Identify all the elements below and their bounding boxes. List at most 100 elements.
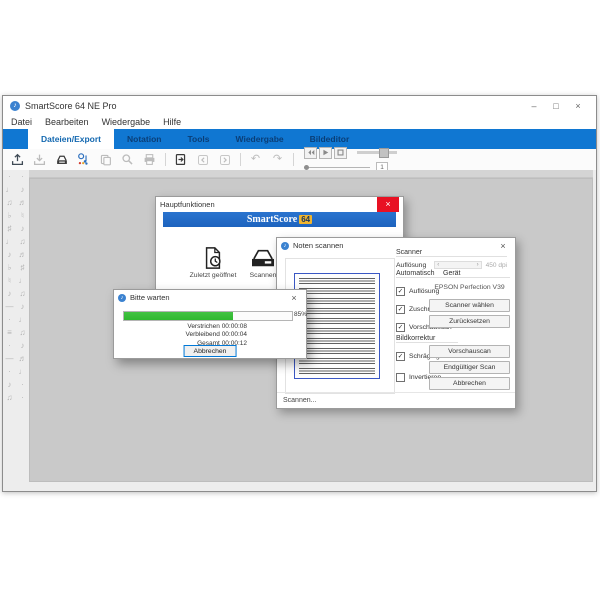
tab-tools[interactable]: Tools: [174, 129, 222, 149]
scan-action-buttons: Vorschauscan Endgültiger Scan Abbrechen: [429, 342, 510, 390]
palette-symbol[interactable]: —: [3, 301, 16, 312]
palette-symbol[interactable]: ♫: [16, 327, 29, 338]
palette-symbol[interactable]: ♯: [3, 223, 16, 234]
position-slider[interactable]: [304, 164, 370, 170]
export-page-icon[interactable]: [172, 151, 189, 168]
palette-symbol[interactable]: ≡: [3, 327, 16, 338]
schraeglage-checkbox[interactable]: [396, 352, 405, 361]
palette-symbol[interactable]: ♮: [16, 210, 29, 221]
menu-bearbeiten[interactable]: Bearbeiten: [45, 117, 89, 127]
progress-fill: [124, 312, 234, 320]
palette-symbol[interactable]: ♩: [3, 184, 16, 195]
palette-symbol[interactable]: ♪: [3, 288, 16, 299]
palette-symbol[interactable]: ·: [3, 340, 16, 351]
palette-symbol[interactable]: ♫: [3, 392, 16, 403]
palette-symbol[interactable]: ♪: [16, 340, 29, 351]
hauptfunktionen-title: Hauptfunktionen: [160, 200, 215, 209]
volume-slider[interactable]: [357, 148, 397, 158]
menu-hilfe[interactable]: Hilfe: [163, 117, 181, 127]
palette-symbol[interactable]: ♭: [3, 262, 16, 273]
palette-symbol[interactable]: ♬: [16, 197, 29, 208]
scanner-waehlen-button[interactable]: Scanner wählen: [429, 299, 510, 312]
palette-symbol[interactable]: ·: [16, 379, 29, 390]
palette-symbol[interactable]: ♪: [16, 301, 29, 312]
resolution-label: Auflösung: [396, 261, 427, 269]
minimize-button[interactable]: –: [523, 101, 545, 111]
symbol-palette: · · ♩ ♪ ♫ ♬ ♭ ♮ ♯ ♪ ♩ ♫ ♪ ♬ ♭ ♯ ♮ ♩ ♪ ♫ — ♪ · ♩ ≡ ♫ · ♪ — ♬ · ♩ ♪ · ♫ ·: [3, 171, 29, 491]
palette-symbol[interactable]: ♪: [3, 249, 16, 260]
palette-symbol[interactable]: ♩: [16, 275, 29, 286]
palette-symbol[interactable]: ·: [3, 171, 16, 182]
redo-icon: ↷: [272, 153, 283, 165]
slider-left-arrow-icon[interactable]: ‹: [437, 262, 439, 268]
endgueltiger-scan-button[interactable]: Endgültiger Scan: [429, 361, 510, 374]
tab-dateien-export[interactable]: Dateien/Export: [28, 129, 114, 149]
position-slider-thumb[interactable]: [304, 164, 309, 170]
scan-dialog-title: Noten scannen: [293, 241, 344, 250]
recent-files-action[interactable]: Zuletzt geöffnet: [188, 247, 238, 279]
scan-abbrechen-button[interactable]: Abbrechen: [429, 377, 510, 390]
recognition-icon[interactable]: [75, 151, 92, 168]
stave-lines: [299, 288, 375, 294]
aufloesung-checkbox[interactable]: [396, 287, 405, 296]
zuschneiden-checkbox[interactable]: [396, 305, 405, 314]
stave-lines: [299, 328, 375, 334]
scannen-label: Scannen: [249, 272, 277, 279]
palette-symbol[interactable]: ♪: [16, 223, 29, 234]
scan-icon[interactable]: [53, 151, 70, 168]
tab-wiedergabe[interactable]: Wiedergabe: [223, 129, 297, 149]
print-icon: [141, 151, 158, 168]
palette-symbol[interactable]: ♬: [16, 353, 29, 364]
palette-symbol[interactable]: ♪: [16, 184, 29, 195]
title-bar: ♪ SmartScore 64 NE Pro – □ ×: [3, 96, 596, 115]
palette-symbol[interactable]: ·: [3, 366, 16, 377]
volume-slider-thumb[interactable]: [379, 148, 389, 158]
resolution-slider[interactable]: ‹ ›: [434, 261, 482, 269]
palette-symbol[interactable]: ♪: [3, 379, 16, 390]
vorschauscan-checkbox[interactable]: [396, 323, 405, 332]
palette-symbol[interactable]: ·: [16, 171, 29, 182]
palette-symbol[interactable]: ♮: [3, 275, 16, 286]
horizontal-scrollbar[interactable]: [29, 170, 593, 178]
palette-symbol[interactable]: ♫: [3, 197, 16, 208]
toolbar-separator: [240, 153, 241, 166]
palette-symbol[interactable]: ♭: [3, 210, 16, 221]
menu-datei[interactable]: Datei: [11, 117, 32, 127]
palette-symbol[interactable]: ♫: [16, 236, 29, 247]
palette-symbol[interactable]: ·: [3, 314, 16, 325]
geraet-group-label: Gerät: [429, 270, 510, 278]
stave-lines: [299, 278, 375, 284]
hauptfunktionen-title-bar: Hauptfunktionen ×: [156, 197, 403, 212]
palette-symbol[interactable]: ♩: [16, 314, 29, 325]
open-file-icon[interactable]: [9, 151, 26, 168]
palette-symbol[interactable]: ♫: [16, 288, 29, 299]
tab-notation[interactable]: Notation: [114, 129, 174, 149]
wait-close-icon[interactable]: ×: [286, 293, 302, 303]
menu-wiedergabe[interactable]: Wiedergabe: [102, 117, 151, 127]
window-title: SmartScore 64 NE Pro: [25, 100, 117, 111]
zuruecksetzen-button[interactable]: Zurücksetzen: [429, 315, 510, 328]
stop-button[interactable]: [334, 146, 347, 159]
palette-symbol[interactable]: ·: [16, 392, 29, 403]
bitte-warten-dialog: ♪ Bitte warten × 85% Verstrichen 00:00:0…: [113, 289, 307, 359]
play-button[interactable]: [319, 146, 332, 159]
slider-right-arrow-icon[interactable]: ›: [477, 262, 479, 268]
remaining-row: Verbleibend 00:00:04: [122, 331, 247, 339]
palette-symbol[interactable]: ♬: [16, 249, 29, 260]
wait-abbrechen-button[interactable]: Abbrechen: [183, 345, 237, 357]
palette-symbol[interactable]: —: [3, 353, 16, 364]
maximize-button[interactable]: □: [545, 101, 567, 111]
recent-files-label: Zuletzt geöffnet: [189, 272, 237, 279]
scan-status-bar: Scannen...: [277, 392, 515, 408]
rewind-button[interactable]: [304, 146, 317, 159]
previous-page-icon: [194, 151, 211, 168]
palette-symbol[interactable]: ♩: [16, 366, 29, 377]
close-button[interactable]: ×: [567, 101, 589, 111]
palette-symbol[interactable]: ♯: [16, 262, 29, 273]
hauptfunktionen-close-icon[interactable]: ×: [377, 197, 399, 212]
invertieren-checkbox[interactable]: [396, 373, 405, 382]
copy-icon: [97, 151, 114, 168]
palette-symbol[interactable]: ♩: [3, 236, 16, 247]
vorschauscan-button[interactable]: Vorschauscan: [429, 345, 510, 358]
stave-lines: [299, 318, 375, 324]
